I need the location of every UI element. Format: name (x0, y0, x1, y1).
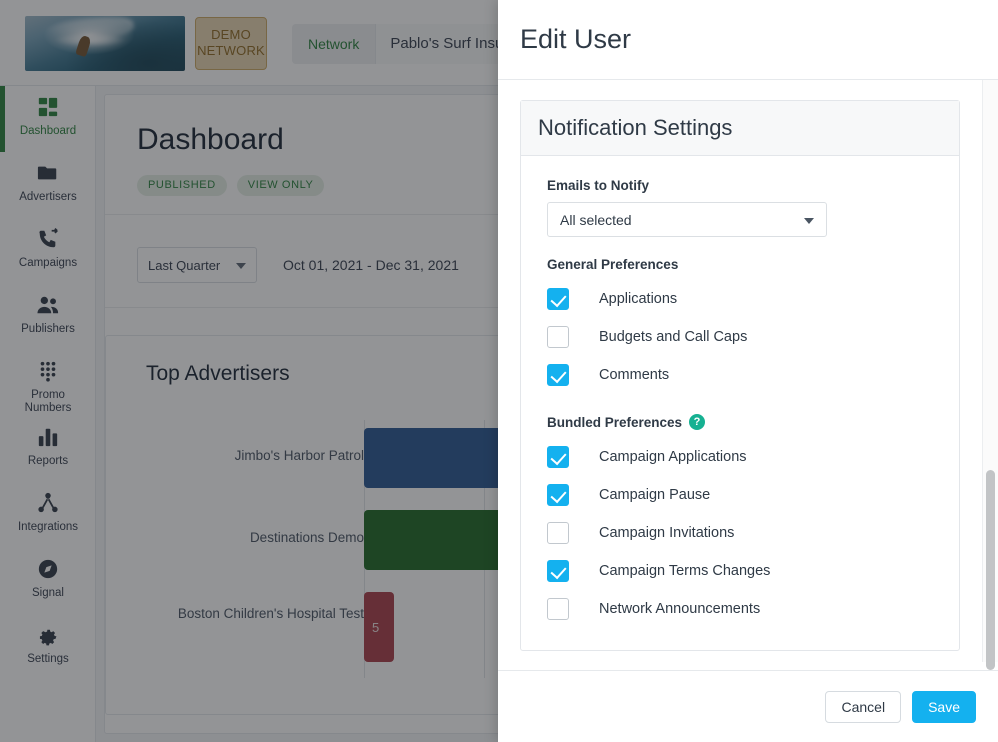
preference-row-network-announcements[interactable]: Network Announcements (547, 590, 933, 628)
emails-to-notify-select[interactable]: All selected (547, 202, 827, 237)
help-icon[interactable]: ? (689, 414, 705, 430)
edit-user-modal: Edit User Notification Settings Emails t… (498, 0, 998, 742)
checkbox-budgets-and-call-caps[interactable] (547, 326, 569, 348)
preference-label: Budgets and Call Caps (599, 329, 747, 345)
checkbox-campaign-invitations[interactable] (547, 522, 569, 544)
modal-header: Edit User (498, 0, 998, 80)
preference-row-campaign-terms-changes[interactable]: Campaign Terms Changes (547, 552, 933, 590)
bundled-preferences-label: Bundled Preferences (547, 415, 682, 430)
preference-label: Comments (599, 367, 669, 383)
notification-settings-body: Emails to Notify All selected General Pr… (521, 156, 959, 650)
preference-row-campaign-invitations[interactable]: Campaign Invitations (547, 514, 933, 552)
modal-body: Notification Settings Emails to Notify A… (498, 80, 998, 670)
modal-title: Edit User (520, 24, 631, 55)
checkbox-network-announcements[interactable] (547, 598, 569, 620)
preference-label: Campaign Invitations (599, 525, 734, 541)
save-button[interactable]: Save (912, 691, 976, 723)
emails-to-notify-label: Emails to Notify (547, 178, 933, 193)
preference-row-campaign-pause[interactable]: Campaign Pause (547, 476, 933, 514)
notification-settings-header: Notification Settings (521, 101, 959, 156)
cancel-button[interactable]: Cancel (825, 691, 901, 723)
preference-label: Applications (599, 291, 677, 307)
checkbox-campaign-terms-changes[interactable] (547, 560, 569, 582)
general-preferences-label: General Preferences (547, 257, 678, 272)
emails-to-notify-value: All selected (560, 212, 632, 228)
notification-settings-title: Notification Settings (538, 115, 732, 141)
preference-row-comments[interactable]: Comments (547, 356, 933, 394)
preference-label: Campaign Pause (599, 487, 710, 503)
preference-row-applications[interactable]: Applications (547, 280, 933, 318)
preference-row-campaign-applications[interactable]: Campaign Applications (547, 438, 933, 476)
screen: DEMO NETWORK Network Pablo's Surf Insur … (0, 0, 998, 742)
checkbox-campaign-applications[interactable] (547, 446, 569, 468)
checkbox-campaign-pause[interactable] (547, 484, 569, 506)
preference-label: Campaign Applications (599, 449, 747, 465)
checkbox-comments[interactable] (547, 364, 569, 386)
bundled-preferences-title: Bundled Preferences ? (547, 414, 933, 430)
chevron-down-icon (804, 218, 814, 224)
modal-scrollbar-thumb[interactable] (986, 470, 995, 670)
preference-label: Campaign Terms Changes (599, 563, 770, 579)
notification-settings-card: Notification Settings Emails to Notify A… (520, 100, 960, 651)
general-preferences-title: General Preferences (547, 257, 933, 272)
preference-row-budgets-and-call-caps[interactable]: Budgets and Call Caps (547, 318, 933, 356)
checkbox-applications[interactable] (547, 288, 569, 310)
modal-footer: Cancel Save (498, 670, 998, 742)
preference-label: Network Announcements (599, 601, 760, 617)
